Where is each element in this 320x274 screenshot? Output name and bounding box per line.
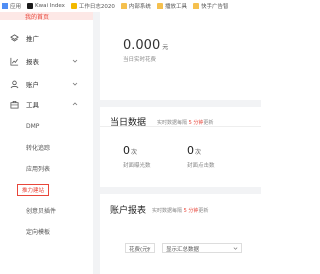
sidebar-item-label: 推广 (26, 35, 39, 43)
sidebar-sub-app-list[interactable]: 应用列表 (26, 164, 50, 173)
sidebar-item-home[interactable]: 我的首页 (0, 12, 93, 21)
sidebar-item-label: 工具 (26, 101, 39, 109)
spend-overview-card: 0.000 元 当日实时花费 (100, 12, 261, 100)
folder-icon (120, 3, 127, 9)
sidebar-sub-creative-plugin[interactable]: 创意贝插件 (26, 206, 56, 215)
bookmark-label: 快手广告智 (200, 4, 229, 10)
metric-value: 0 (187, 144, 194, 157)
metric-unit: 次 (195, 149, 202, 156)
sidebar-sub-site-builder[interactable]: 推力建站 (17, 184, 50, 196)
kwai-index-icon (27, 3, 34, 9)
chevron-down-icon (146, 247, 151, 250)
sidebar-item-label: 我的首页 (25, 13, 50, 21)
spend-unit: 元 (162, 44, 169, 51)
bookmarks-bar: 应用 Kwai Index 工作日志2020 内部系统 播放工具 快手广告智 (0, 0, 261, 12)
bookmark-label: 工作日志2020 (78, 4, 115, 10)
metric-unit: 次 (131, 149, 138, 156)
bookmark-internal[interactable]: 内部系统 (120, 2, 151, 10)
note-minutes: 5 分钟 (183, 208, 199, 214)
sidebar-item-label: 报表 (26, 58, 39, 66)
toolbox-icon (10, 100, 19, 109)
apps-grid-icon (2, 3, 8, 9)
spend-value: 0.000 (123, 38, 161, 53)
main-content: 0.000 元 当日实时花费 当日数据 实时数据每隔 5 分钟更新 0次 封面曝光… (93, 12, 261, 274)
sidebar: 我的首页 推广 报表 账户 工具 DMP 转化追踪 应用列表 推力建站 创意贝插… (0, 12, 93, 274)
user-icon (10, 80, 19, 88)
bookmark-kuaishou-ads[interactable]: 快手广告智 (192, 2, 229, 10)
layers-icon (10, 33, 19, 42)
sidebar-item-reports[interactable]: 报表 (0, 55, 93, 67)
sidebar-item-account[interactable]: 账户 (0, 78, 93, 90)
sidebar-sub-targeting-template[interactable]: 定向模板 (26, 227, 50, 236)
bookmark-label: 应用 (10, 4, 22, 10)
chevron-down-icon (72, 82, 78, 86)
note-text: 实时数据每隔 (152, 208, 183, 214)
today-update-note: 实时数据每隔 5 分钟更新 (157, 119, 213, 126)
bookmark-label: Kwai Index (35, 3, 65, 9)
doc-icon (70, 3, 77, 9)
metric-select[interactable]: 花费(元) (125, 243, 155, 253)
display-mode-select[interactable]: 显示汇总数据 (162, 243, 242, 253)
note-text: 更新 (198, 208, 209, 214)
folder-icon (192, 3, 199, 9)
impressions-label: 封面曝光数 (123, 163, 151, 169)
clicks-value: 0次 (187, 144, 201, 157)
chart-line-icon (10, 57, 19, 66)
sidebar-item-tools[interactable]: 工具 (0, 98, 93, 110)
chevron-down-icon (233, 247, 238, 250)
sidebar-sub-dmp[interactable]: DMP (26, 123, 39, 130)
today-data-card: 当日数据 实时数据每隔 5 分钟更新 0次 封面曝光数 0次 封面点击数 (100, 107, 261, 187)
spend-amount: 0.000 元 (123, 38, 168, 53)
chevron-down-icon (72, 59, 78, 63)
account-report-card: 账户报表 实时数据每隔 5 分钟更新 花费(元) 显示汇总数据 (100, 194, 261, 274)
sidebar-sub-conversion-tracking[interactable]: 转化追踪 (26, 143, 50, 152)
report-update-note: 实时数据每隔 5 分钟更新 (152, 207, 208, 214)
bookmark-label: 播放工具 (164, 4, 187, 10)
sidebar-item-promotion[interactable]: 推广 (0, 32, 93, 44)
sidebar-item-label: 账户 (26, 81, 39, 89)
folder-icon (156, 3, 163, 9)
bookmark-worklog[interactable]: 工作日志2020 (70, 2, 115, 10)
report-title: 账户报表 (110, 206, 147, 216)
bookmark-label: 内部系统 (128, 4, 151, 10)
bookmark-apps[interactable]: 应用 (2, 2, 21, 10)
clicks-label: 封面点击数 (187, 163, 215, 169)
impressions-value: 0次 (123, 144, 137, 157)
metric-value: 0 (123, 144, 130, 157)
chevron-up-icon (72, 102, 78, 106)
bookmark-player-tools[interactable]: 播放工具 (156, 2, 187, 10)
display-mode-value: 显示汇总数据 (166, 247, 200, 253)
spend-caption: 当日实时花费 (123, 57, 157, 63)
divider (100, 126, 261, 127)
bookmark-kwai-index[interactable]: Kwai Index (27, 3, 65, 9)
